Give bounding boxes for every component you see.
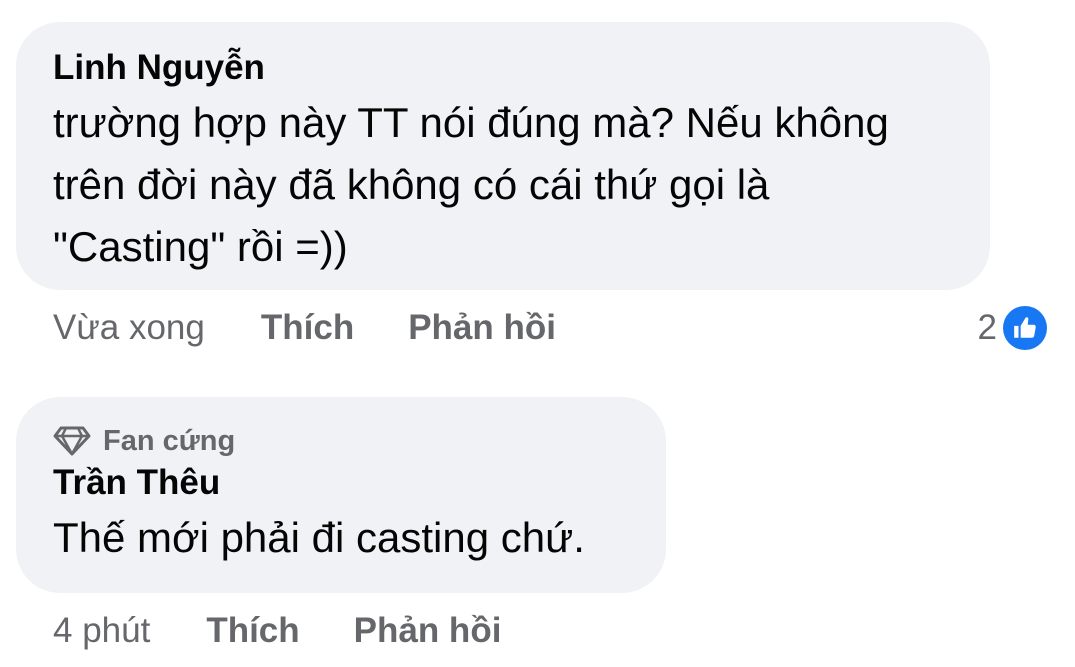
fan-badge: Fan cứng — [53, 421, 636, 461]
like-icon — [1003, 306, 1047, 350]
like-button[interactable]: Thích — [261, 308, 354, 348]
reply-button[interactable]: Phản hồi — [354, 611, 502, 651]
reply-button[interactable]: Phản hồi — [408, 308, 556, 348]
comment-bubble: Linh Nguyễn trường hợp này TT nói đúng m… — [16, 22, 990, 290]
comment-actions: Vừa xong Thích Phản hồi — [16, 306, 990, 350]
comment-item: Fan cứng Trần Thêu Thế mới phải đi casti… — [16, 397, 666, 653]
diamond-icon — [53, 425, 91, 457]
comment-author[interactable]: Linh Nguyễn — [53, 46, 960, 90]
comment-author[interactable]: Trần Thêu — [53, 461, 636, 505]
comment-item: Linh Nguyễn trường hợp này TT nói đúng m… — [16, 22, 990, 350]
badge-label: Fan cứng — [103, 424, 236, 457]
comment-actions: 4 phút Thích Phản hồi — [16, 609, 666, 653]
comment-bubble: Fan cứng Trần Thêu Thế mới phải đi casti… — [16, 397, 666, 593]
reaction-count: 2 — [977, 308, 997, 347]
comment-timestamp[interactable]: 4 phút — [53, 611, 150, 651]
like-button[interactable]: Thích — [206, 611, 299, 651]
comment-text: Thế mới phải đi casting chứ. — [53, 514, 585, 561]
reaction-summary[interactable]: 2 — [978, 306, 1047, 350]
comment-timestamp[interactable]: Vừa xong — [53, 308, 205, 348]
comment-text: trường hợp này TT nói đúng mà? Nếu không… — [53, 99, 889, 270]
